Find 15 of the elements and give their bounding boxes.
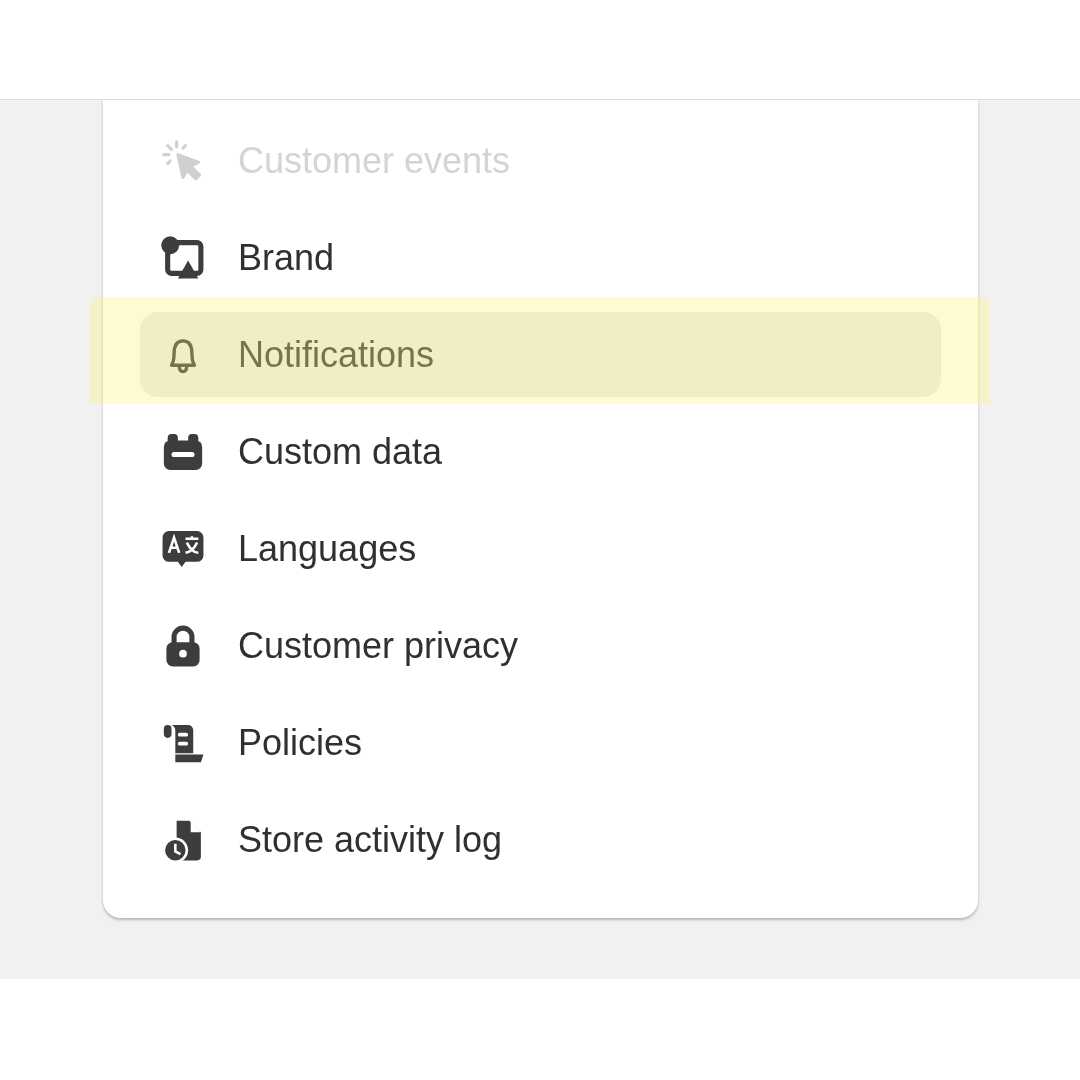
menu-item[interactable]: Notifications <box>140 312 941 397</box>
menu-item[interactable]: Custom data <box>140 409 941 494</box>
menu-item-label: Brand <box>238 235 335 280</box>
image-icon <box>160 234 206 281</box>
menu-item-label: Custom data <box>238 429 443 474</box>
menu-item-label: Languages <box>238 526 417 571</box>
menu-item[interactable]: Languages <box>140 506 941 591</box>
menu-item-label: Policies <box>238 720 363 765</box>
menu-item[interactable]: Customer privacy <box>140 603 941 688</box>
menu-item[interactable]: Brand <box>140 215 941 300</box>
menu-item-label: Customer privacy <box>238 623 519 668</box>
menu-item-label: Notifications <box>238 332 435 377</box>
menu-item-label: Store activity log <box>238 817 503 862</box>
menu-item[interactable]: Policies <box>140 700 941 785</box>
menu-item[interactable]: Store activity log <box>140 797 941 882</box>
